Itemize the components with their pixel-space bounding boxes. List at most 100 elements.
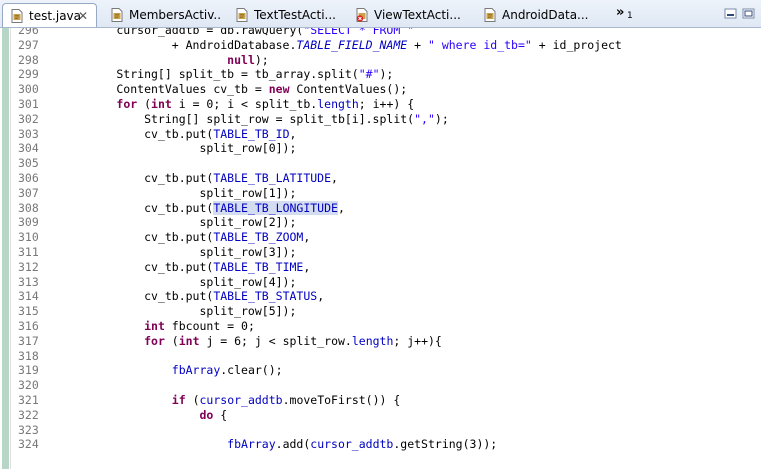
java-file-icon <box>111 8 123 22</box>
code-token: .moveToFirst()) { <box>282 392 401 407</box>
tab-view-text-activity[interactable]: ViewTextActi... <box>348 3 470 27</box>
line-number: 313 <box>18 274 39 289</box>
tab-text-test-activity[interactable]: TextTestActi... <box>228 3 346 27</box>
tab-label: ViewTextActi... <box>374 8 461 22</box>
line-code: cv_tb.put(TABLE_TB_ID, <box>61 127 296 142</box>
code-line: 308 cv_tb.put(TABLE_TB_LONGITUDE, <box>0 200 761 216</box>
code-token: , <box>303 230 311 245</box>
code-token: fbArray <box>171 363 221 378</box>
line-code: split_row[4]); <box>61 275 296 290</box>
tab-label: MembersActiv... <box>129 8 221 22</box>
code-token: "#" <box>358 67 380 82</box>
code-line: 313 split_row[4]); <box>0 275 761 290</box>
line-number: 316 <box>18 318 39 333</box>
code-token: , <box>317 289 325 304</box>
close-tab-icon[interactable]: ✕ <box>78 8 88 24</box>
tab-android-database[interactable]: AndroidData... <box>476 3 600 27</box>
line-code: cv_tb.put(TABLE_TB_LATITUDE, <box>61 171 338 186</box>
line-number: 306 <box>18 170 39 185</box>
code-token: TABLE_FIELD_NAME <box>296 37 408 52</box>
code-token: int <box>178 333 200 348</box>
line-code: cv_tb.put(TABLE_TB_TIME, <box>61 260 310 275</box>
line-code: split_row[0]); <box>61 141 296 156</box>
code-token: TABLE_TB_ID <box>213 126 290 141</box>
code-line: 296 cursor_addtb = db.rawQuery("SELECT *… <box>0 28 761 38</box>
code-line: 303 cv_tb.put(TABLE_TB_ID, <box>0 127 761 142</box>
code-token: cv_tb.put( <box>61 230 214 245</box>
maximize-icon[interactable] <box>742 8 755 19</box>
code-line: 301 for (int i = 0; i < split_tb.length;… <box>0 97 761 112</box>
window-controls <box>721 3 761 25</box>
code-line: 315 split_row[5]); <box>0 304 761 319</box>
tab-test-java[interactable]: test.java ✕ <box>2 3 97 27</box>
line-code: split_row[3]); <box>61 245 296 260</box>
code-editor[interactable]: 296 cursor_addtb = db.rawQuery("SELECT *… <box>0 28 761 469</box>
code-token: split_row[3]); <box>61 244 297 259</box>
line-code: String[] split_row = split_tb[i].split("… <box>61 112 449 127</box>
chevron-double-right-icon: » <box>616 5 625 20</box>
code-line: 306 cv_tb.put(TABLE_TB_LATITUDE, <box>0 171 761 186</box>
code-token: cv_tb.put( <box>61 170 214 185</box>
code-token: cursor_addtb <box>199 392 283 407</box>
code-token: cv_tb.put( <box>61 126 214 141</box>
code-token: split_row[4]); <box>61 274 297 289</box>
code-token: , <box>289 126 297 141</box>
line-number: 305 <box>18 156 39 171</box>
code-line: 314 cv_tb.put(TABLE_TB_STATUS, <box>0 289 761 304</box>
code-token: TABLE_TB_LATITUDE <box>213 170 332 185</box>
code-token: null <box>227 52 255 67</box>
code-line: 300 ContentValues cv_tb = new ContentVal… <box>0 82 761 97</box>
minimize-icon[interactable] <box>724 8 737 19</box>
editor-tab-bar: test.java ✕ MembersActiv... TextTestActi… <box>0 0 761 28</box>
code-line: 311 split_row[3]); <box>0 245 761 260</box>
code-token: ContentValues cv_tb = <box>61 82 269 97</box>
line-code: split_row[1]); <box>61 186 296 201</box>
code-token: + AndroidDatabase. <box>61 37 297 52</box>
code-token: "," <box>414 111 435 126</box>
code-line: 320 <box>0 378 761 393</box>
code-token: ); <box>254 52 269 67</box>
line-code: do { <box>61 408 227 423</box>
java-file-icon <box>484 8 496 22</box>
code-token: fbArray <box>227 437 276 452</box>
line-number: 312 <box>18 259 39 274</box>
line-code: fbArray.clear(); <box>61 363 283 378</box>
code-token: + id_project <box>531 37 622 52</box>
code-token: i = 0; i < split_tb. <box>171 96 318 111</box>
code-line: 305 <box>0 156 761 171</box>
code-token: cv_tb.put( <box>61 289 214 304</box>
line-number: 317 <box>18 333 39 348</box>
code-token: split_row[2]); <box>61 215 297 230</box>
code-token: , <box>337 200 345 215</box>
line-number: 314 <box>18 289 39 304</box>
tab-members-activity[interactable]: MembersActiv... <box>103 3 221 27</box>
code-token: , <box>303 259 311 274</box>
code-line: 299 String[] split_tb = tb_array.split("… <box>0 67 761 82</box>
line-number: 319 <box>18 363 39 378</box>
java-file-error-icon <box>356 8 368 22</box>
line-code: split_row[5]); <box>61 304 296 319</box>
code-token: TABLE_TB_LONGITUDE <box>213 200 338 215</box>
code-token: fbcount = 0; <box>164 318 255 333</box>
line-number: 323 <box>18 422 39 437</box>
code-token: TABLE_TB_STATUS <box>213 289 318 304</box>
code-token: cv_tb.put( <box>61 259 214 274</box>
code-token: split_row[5]); <box>61 304 297 319</box>
code-token: new <box>268 82 290 97</box>
code-token: .add( <box>275 437 311 452</box>
code-token: if <box>171 392 186 407</box>
line-number: 296 <box>18 28 39 37</box>
eclipse-editor-window: test.java ✕ MembersActiv... TextTestActi… <box>0 0 761 469</box>
line-code: cv_tb.put(TABLE_TB_STATUS, <box>61 289 324 304</box>
code-token: ContentValues(); <box>289 82 408 97</box>
code-token: ( <box>164 333 179 348</box>
line-code: for (int i = 0; i < split_tb.length; i++… <box>61 97 414 112</box>
line-number: 309 <box>18 215 39 230</box>
code-token: TABLE_TB_ZOOM <box>213 230 304 245</box>
code-line: 316 int fbcount = 0; <box>0 319 761 334</box>
line-number: 300 <box>18 82 39 97</box>
